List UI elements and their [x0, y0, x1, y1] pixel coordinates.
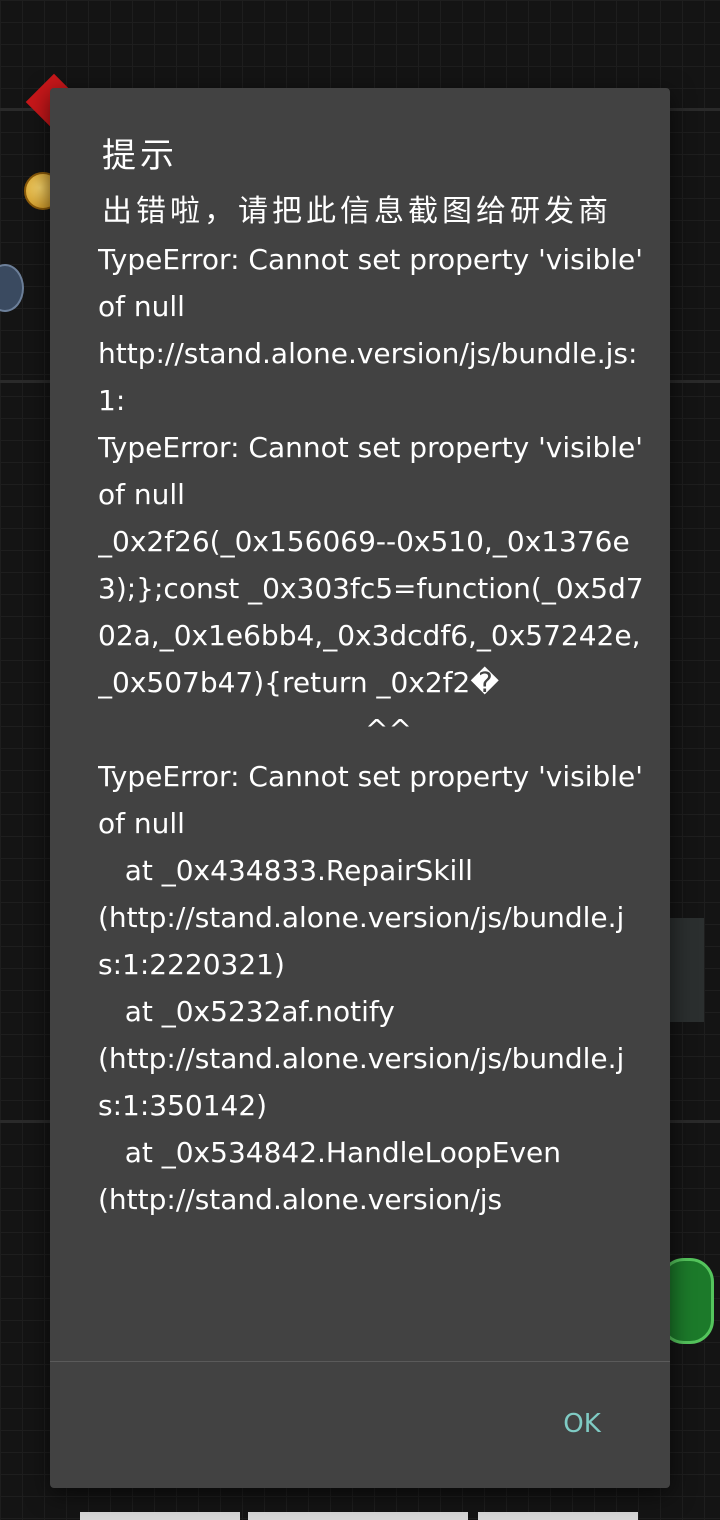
dialog-title: 提示 — [102, 136, 178, 176]
bottom-bar-segment — [80, 1512, 240, 1520]
error-dialog: 提示 出错啦，请把此信息截图给研发商 TypeError: Cannot set… — [50, 88, 670, 1488]
dialog-message: 出错啦，请把此信息截图给研发商 — [102, 194, 612, 229]
error-stack-trace: TypeError: Cannot set property 'visible'… — [98, 243, 644, 1216]
blue-bubble-icon — [0, 264, 24, 312]
ok-button[interactable]: OK — [550, 1398, 614, 1450]
side-panel — [668, 918, 704, 1022]
dialog-body[interactable]: 出错啦，请把此信息截图给研发商 TypeError: Cannot set pr… — [98, 188, 646, 1358]
bottom-bar-segment — [478, 1512, 638, 1520]
bottom-bar-segment — [248, 1512, 468, 1520]
dialog-divider — [50, 1361, 670, 1362]
